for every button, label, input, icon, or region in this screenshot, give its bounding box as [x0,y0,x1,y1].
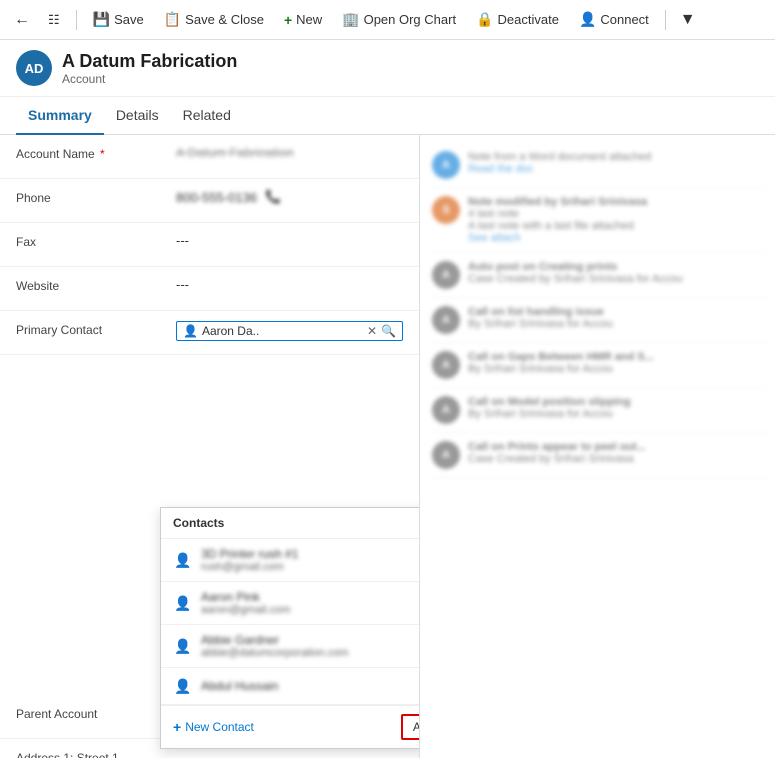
separator [76,10,77,30]
back-button[interactable]: ← [8,7,36,33]
page-icon-button[interactable]: ☷ [40,8,68,32]
connect-label: Connect [600,12,648,27]
activity-avatar-3: A [432,306,460,334]
contact-item[interactable]: 👤 Aaron Pink aaron@gmail.com ⌄ [161,582,420,625]
activity-item-0: A Note from a Word document attachedRead… [428,143,767,188]
separator2 [665,10,666,30]
save-close-button[interactable]: 📋 Save & Close [156,7,272,32]
dropdown-footer: + New Contact Advanced lookup [161,705,420,748]
new-icon: + [284,12,292,28]
contact-lookup-icon: 👤 [183,324,198,338]
open-org-chart-label: Open Org Chart [364,12,457,27]
new-contact-label: New Contact [185,720,254,734]
activity-avatar-0: A [432,151,460,179]
deactivate-label: Deactivate [498,12,559,27]
contact-item[interactable]: 👤 Abdul Hussain ⌄ [161,668,420,705]
contact-icon-3: 👤 [173,676,193,696]
connect-icon: 👤 [579,11,596,28]
activity-avatar-5: A [432,396,460,424]
main-content: Account Name * A Datum Fabrication Phone… [0,135,775,758]
activity-item-6: A Call on Prints appear to peel out...Ca… [428,433,767,478]
contact-icon-0: 👤 [173,550,193,570]
dropdown-header: Contacts Recent records [161,508,420,539]
record-info: A Datum Fabrication Account [62,51,237,86]
field-phone: Phone 800-555-0136 📞 [0,179,419,223]
deactivate-button[interactable]: 🔒 Deactivate [468,7,567,32]
contact-info-1: Aaron Pink aaron@gmail.com [201,590,420,616]
activity-text-2: Auto post on Creating printsCase Created… [468,261,683,289]
plus-icon: + [173,719,181,735]
left-panel: Account Name * A Datum Fabrication Phone… [0,135,420,758]
save-label: Save [114,12,144,27]
save-close-label: Save & Close [185,12,264,27]
tab-related[interactable]: Related [171,97,243,135]
phone-value: 800-555-0136 📞 [176,189,403,205]
toolbar: ← ☷ 💾 Save 📋 Save & Close + New 🏢 Open O… [0,0,775,40]
contact-info-2: Abbie Gardner abbie@datumcorporation.com [201,633,420,659]
activity-text-4: Call on Gaps Between HMR and S...By Srih… [468,351,654,379]
connect-button[interactable]: 👤 Connect [571,7,657,32]
save-close-icon: 📋 [164,11,181,28]
list-icon: ☷ [48,12,60,28]
right-panel: A Note from a Word document attachedRead… [420,135,775,758]
clear-contact-button[interactable]: ✕ [367,324,377,338]
search-contact-button[interactable]: 🔍 [381,324,396,338]
avatar: AD [16,50,52,86]
tab-details[interactable]: Details [104,97,171,135]
contact-info-0: 3D Printer rush #1 rush@gmail.com [201,547,420,573]
field-website: Website --- [0,267,419,311]
activity-text-3: Call on list handling issueBy Srihari Sr… [468,306,613,334]
contact-dropdown: Contacts Recent records 👤 3D Printer rus… [160,507,420,749]
save-icon: 💾 [93,11,110,28]
activity-text-5: Call on Model position slippingBy Srihar… [468,396,631,424]
more-options-button[interactable]: ▼ [674,7,702,33]
activity-item-2: A Auto post on Creating printsCase Creat… [428,253,767,298]
activity-text-0: Note from a Word document attachedRead t… [468,151,651,179]
website-value: --- [176,277,403,292]
record-header: AD A Datum Fabrication Account [0,40,775,97]
primary-contact-lookup[interactable]: 👤 Aaron Da.. ✕ 🔍 [176,321,403,341]
open-org-chart-button[interactable]: 🏢 Open Org Chart [334,7,464,32]
contact-item[interactable]: 👤 Abbie Gardner abbie@datumcorporation.c… [161,625,420,668]
new-button[interactable]: + New [276,8,330,32]
account-name-value: A Datum Fabrication [176,145,403,160]
activity-item-4: A Call on Gaps Between HMR and S...By Sr… [428,343,767,388]
save-button[interactable]: 💾 Save [85,7,152,32]
contact-lookup-text: Aaron Da.. [202,324,363,338]
field-account-name: Account Name * A Datum Fabrication [0,135,419,179]
fax-value: --- [176,233,403,248]
deactivate-icon: 🔒 [476,11,493,28]
advanced-lookup-button[interactable]: Advanced lookup [401,714,420,740]
activity-item-5: A Call on Model position slippingBy Srih… [428,388,767,433]
activity-avatar-2: A [432,261,460,289]
activity-avatar-4: A [432,351,460,379]
contacts-list: 👤 3D Printer rush #1 rush@gmail.com ⌄ 👤 … [161,539,420,705]
contact-item[interactable]: 👤 3D Printer rush #1 rush@gmail.com ⌄ [161,539,420,582]
tab-bar: Summary Details Related [0,97,775,135]
field-primary-contact: Primary Contact 👤 Aaron Da.. ✕ 🔍 [0,311,419,355]
contact-icon-2: 👤 [173,636,193,656]
activity-avatar-6: A [432,441,460,469]
record-title: A Datum Fabrication [62,51,237,72]
activity-item-3: A Call on list handling issueBy Srihari … [428,298,767,343]
field-fax: Fax --- [0,223,419,267]
activity-text-6: Call on Prints appear to peel out...Case… [468,441,646,469]
new-contact-button[interactable]: + New Contact [173,719,254,735]
activity-text-1: Note modified by Srihari Srinivasa 4 las… [468,196,647,244]
tab-summary[interactable]: Summary [16,97,104,135]
activity-avatar-1: S [432,196,460,224]
activity-item-1: S Note modified by Srihari Srinivasa 4 l… [428,188,767,253]
record-subtitle: Account [62,72,237,86]
contact-info-3: Abdul Hussain [201,679,420,693]
phone-icon: 📞 [265,189,281,205]
contact-icon-1: 👤 [173,593,193,613]
org-chart-icon: 🏢 [342,11,359,28]
new-label: New [296,12,322,27]
contacts-label: Contacts [173,516,224,530]
